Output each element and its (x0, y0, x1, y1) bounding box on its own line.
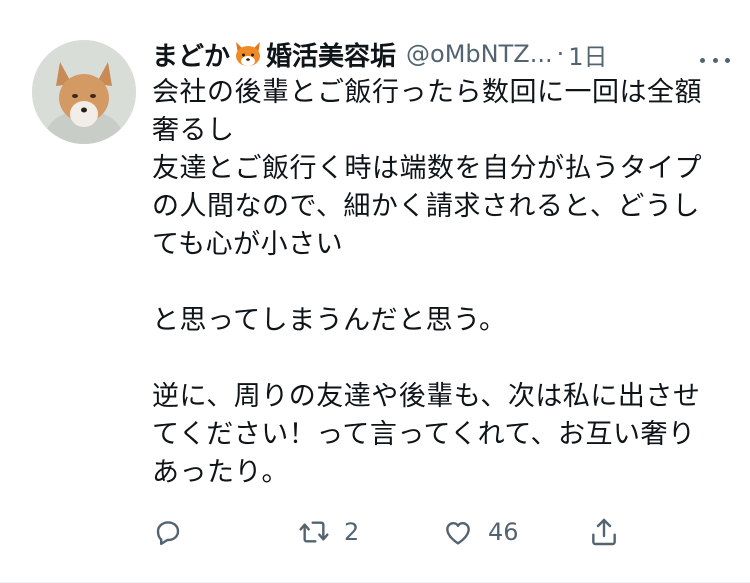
more-dot (700, 57, 705, 63)
share-button[interactable] (588, 512, 634, 552)
fox-emoji-icon (232, 38, 264, 70)
reply-button[interactable] (152, 512, 198, 552)
author-name-text: まどか (152, 41, 231, 72)
tweet-actions: 2 46 (152, 512, 632, 552)
more-options-icon[interactable] (700, 48, 730, 72)
tweet-text-line: あったり。 (152, 457, 289, 488)
heart-icon (446, 522, 470, 545)
tweet-text: 会社の後輩とご飯行ったら数回に一回は全額 奢るし友達とご飯行く時は端数を自分が払う… (152, 74, 722, 492)
share-icon (592, 518, 616, 546)
more-dot (725, 57, 730, 63)
tweet-text-line (152, 340, 722, 378)
avatar[interactable] (32, 40, 136, 144)
retweet-icon (299, 521, 329, 543)
like-count: 46 (488, 518, 519, 546)
tweet-time[interactable]: 1日 (568, 37, 607, 72)
more-dot (712, 57, 718, 63)
author-handle[interactable]: @oMbNTZ... (406, 40, 553, 68)
tweet-text-line: 奢るし (152, 115, 235, 146)
tweet-text-line: 逆に、周りの友達や後輩も、次は私に出させ (152, 381, 701, 412)
tweet[interactable]: まどか 婚活美容垢 @oMbNTZ... · 1日 会社の後輩とご飯行ったら数回 (0, 0, 750, 583)
tweet-text-line: てください！って言ってくれて、お互い奢り (152, 419, 696, 450)
author-name-suffix: 婚活美容垢 (266, 41, 397, 72)
retweet-count: 2 (344, 518, 360, 546)
like-button[interactable]: 46 (442, 512, 519, 552)
reply-icon (156, 521, 180, 546)
fox-avatar-image (32, 40, 136, 144)
author-name[interactable]: まどか 婚活美容垢 (152, 36, 396, 73)
tweet-text-line: 会社の後輩とご飯行ったら数回に一回は全額 (152, 77, 702, 108)
tweet-header: まどか 婚活美容垢 @oMbNTZ... · 1日 (152, 34, 722, 74)
tweet-text-line: と思ってしまうんだと思う。 (152, 305, 507, 336)
tweet-text-line: ても心が小さい (152, 229, 344, 260)
tweet-text-line: の人間なので、細かく請求されると、どうし (152, 191, 700, 222)
separator-dot: · (556, 40, 565, 68)
tweet-text-line: 友達とご飯行く時は端数を自分が払うタイプ (152, 153, 702, 184)
retweet-button[interactable]: 2 (298, 512, 359, 552)
tweet-text-line (152, 264, 722, 302)
